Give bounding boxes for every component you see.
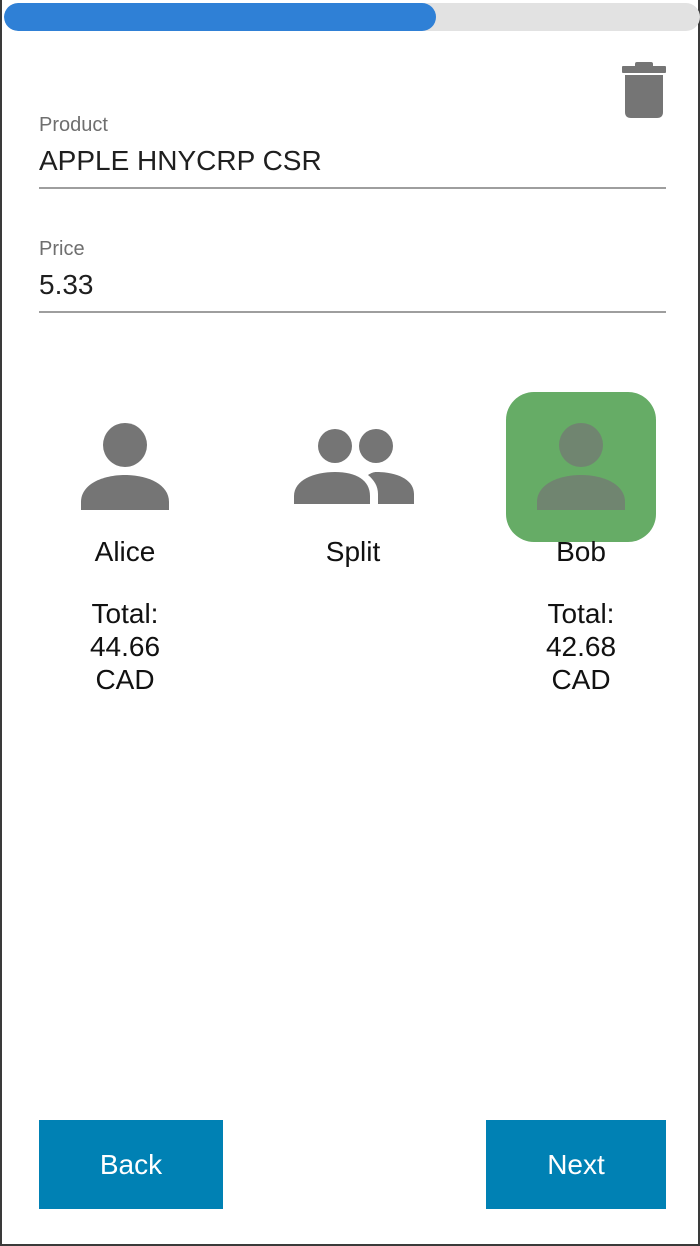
assignee-alice[interactable]: Alice Total: 44.66 CAD [50, 392, 200, 695]
people-icon [294, 429, 414, 504]
assignee-split-name: Split [325, 536, 381, 567]
back-button[interactable]: Back [39, 1120, 223, 1209]
assignee-alice-total-amount: 44.66 [89, 631, 161, 662]
price-input[interactable] [39, 261, 666, 311]
assignee-bob-total-label: Total: [547, 598, 615, 629]
assignee-split[interactable]: Split [278, 392, 428, 567]
assignee-bob-name: Bob [556, 536, 606, 567]
assignee-split-avatar [278, 392, 428, 542]
assignee-alice-avatar [50, 392, 200, 542]
assignee-alice-total: Total: 44.66 CAD [50, 597, 200, 696]
assignee-alice-total-label: Total: [91, 598, 159, 629]
assignee-bob-currency: CAD [551, 664, 611, 695]
assignee-alice-name: Alice [94, 536, 156, 567]
assignee-bob[interactable]: Bob Total: 42.68 CAD [506, 392, 656, 695]
assignee-bob-total: Total: 42.68 CAD [506, 597, 656, 696]
progress-bar [4, 3, 700, 31]
product-field: Product [39, 113, 666, 189]
next-button[interactable]: Next [486, 1120, 666, 1209]
product-label: Product [39, 114, 108, 136]
price-label: Price [39, 238, 85, 260]
price-field: Price [39, 237, 666, 313]
assignee-alice-currency: CAD [95, 664, 155, 695]
trash-icon [622, 62, 666, 118]
progress-bar-fill [4, 3, 436, 31]
delete-button[interactable] [622, 60, 666, 120]
person-icon [537, 423, 625, 510]
assignee-bob-avatar [506, 392, 656, 542]
person-icon [81, 423, 169, 510]
app-screen: Product Price Alice Total: 44.66 CAD [0, 0, 700, 1246]
product-input[interactable] [39, 137, 666, 187]
assignee-bob-total-amount: 42.68 [545, 631, 617, 662]
